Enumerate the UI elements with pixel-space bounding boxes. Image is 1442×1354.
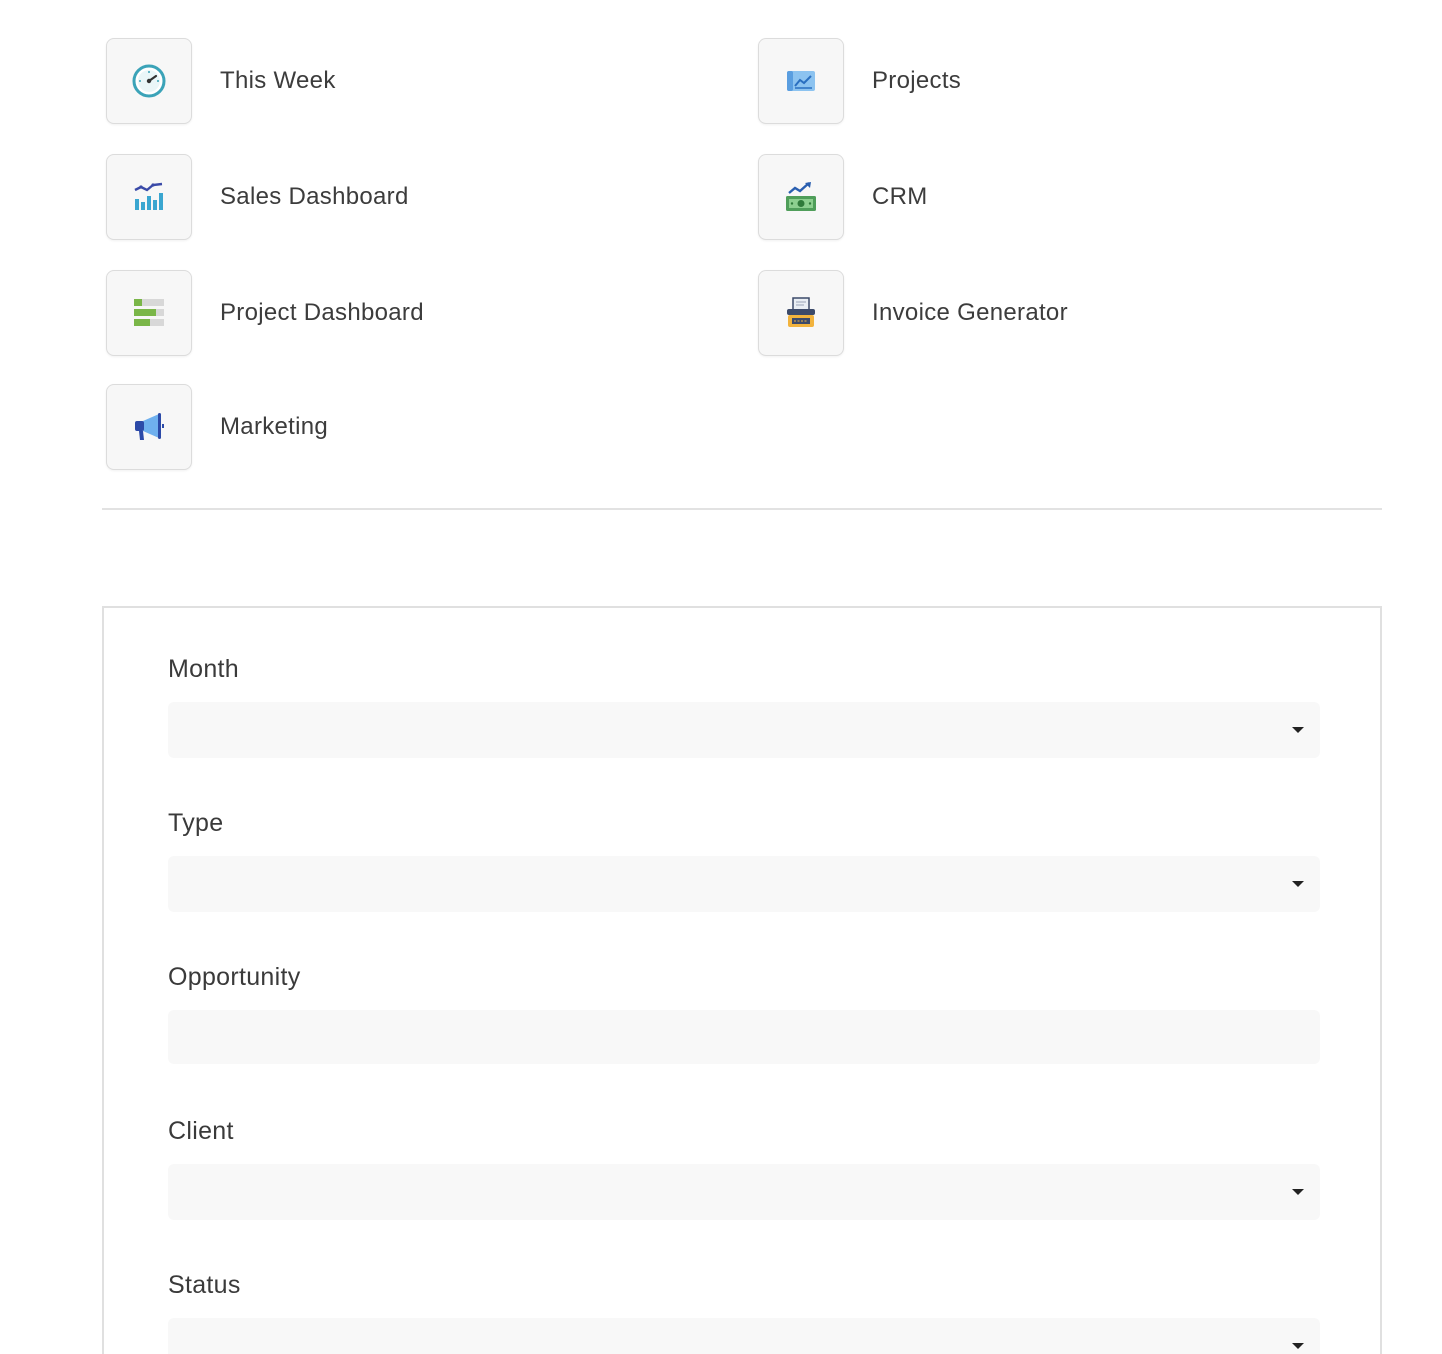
money-growth-icon: [758, 154, 844, 240]
blueprint-chart-icon: [758, 38, 844, 124]
field-client: Client: [168, 1114, 1320, 1220]
link-label: Project Dashboard: [220, 299, 424, 326]
link-crm[interactable]: CRM: [758, 154, 928, 240]
link-this-week[interactable]: This Week: [106, 38, 336, 124]
field-label: Status: [168, 1271, 241, 1299]
bar-chart-icon: [106, 154, 192, 240]
opportunity-input[interactable]: [168, 1010, 1320, 1064]
link-label: CRM: [872, 183, 928, 210]
caret-down-icon: [1292, 1343, 1304, 1349]
link-invoice-generator[interactable]: Invoice Generator: [758, 270, 1068, 356]
megaphone-icon: [106, 384, 192, 470]
link-label: Sales Dashboard: [220, 183, 409, 210]
gauge-icon: [106, 38, 192, 124]
field-status: Status: [168, 1268, 1320, 1354]
link-label: This Week: [220, 67, 336, 94]
caret-down-icon: [1292, 727, 1304, 733]
record-form: Month Type Opportunity Client Status: [102, 606, 1382, 1354]
link-project-dashboard[interactable]: Project Dashboard: [106, 270, 424, 356]
field-type: Type: [168, 806, 1320, 912]
caret-down-icon: [1292, 1189, 1304, 1195]
field-month: Month: [168, 652, 1320, 758]
page: This Week Projects Sales Dashboard CRM P…: [0, 0, 1442, 1354]
progress-bars-icon: [106, 270, 192, 356]
field-label: Month: [168, 655, 239, 683]
field-opportunity: Opportunity: [168, 960, 1320, 1064]
field-label: Type: [168, 809, 224, 837]
status-select[interactable]: [168, 1318, 1320, 1354]
link-label: Invoice Generator: [872, 299, 1068, 326]
caret-down-icon: [1292, 881, 1304, 887]
month-select[interactable]: [168, 702, 1320, 758]
link-projects[interactable]: Projects: [758, 38, 961, 124]
section-divider: [102, 508, 1382, 510]
type-select[interactable]: [168, 856, 1320, 912]
link-label: Marketing: [220, 413, 329, 440]
link-label: Projects: [872, 67, 962, 94]
link-marketing[interactable]: Marketing: [106, 384, 328, 470]
field-label: Opportunity: [168, 963, 301, 991]
field-label: Client: [168, 1117, 234, 1145]
typewriter-icon: [758, 270, 844, 356]
client-select[interactable]: [168, 1164, 1320, 1220]
link-sales-dashboard[interactable]: Sales Dashboard: [106, 154, 409, 240]
